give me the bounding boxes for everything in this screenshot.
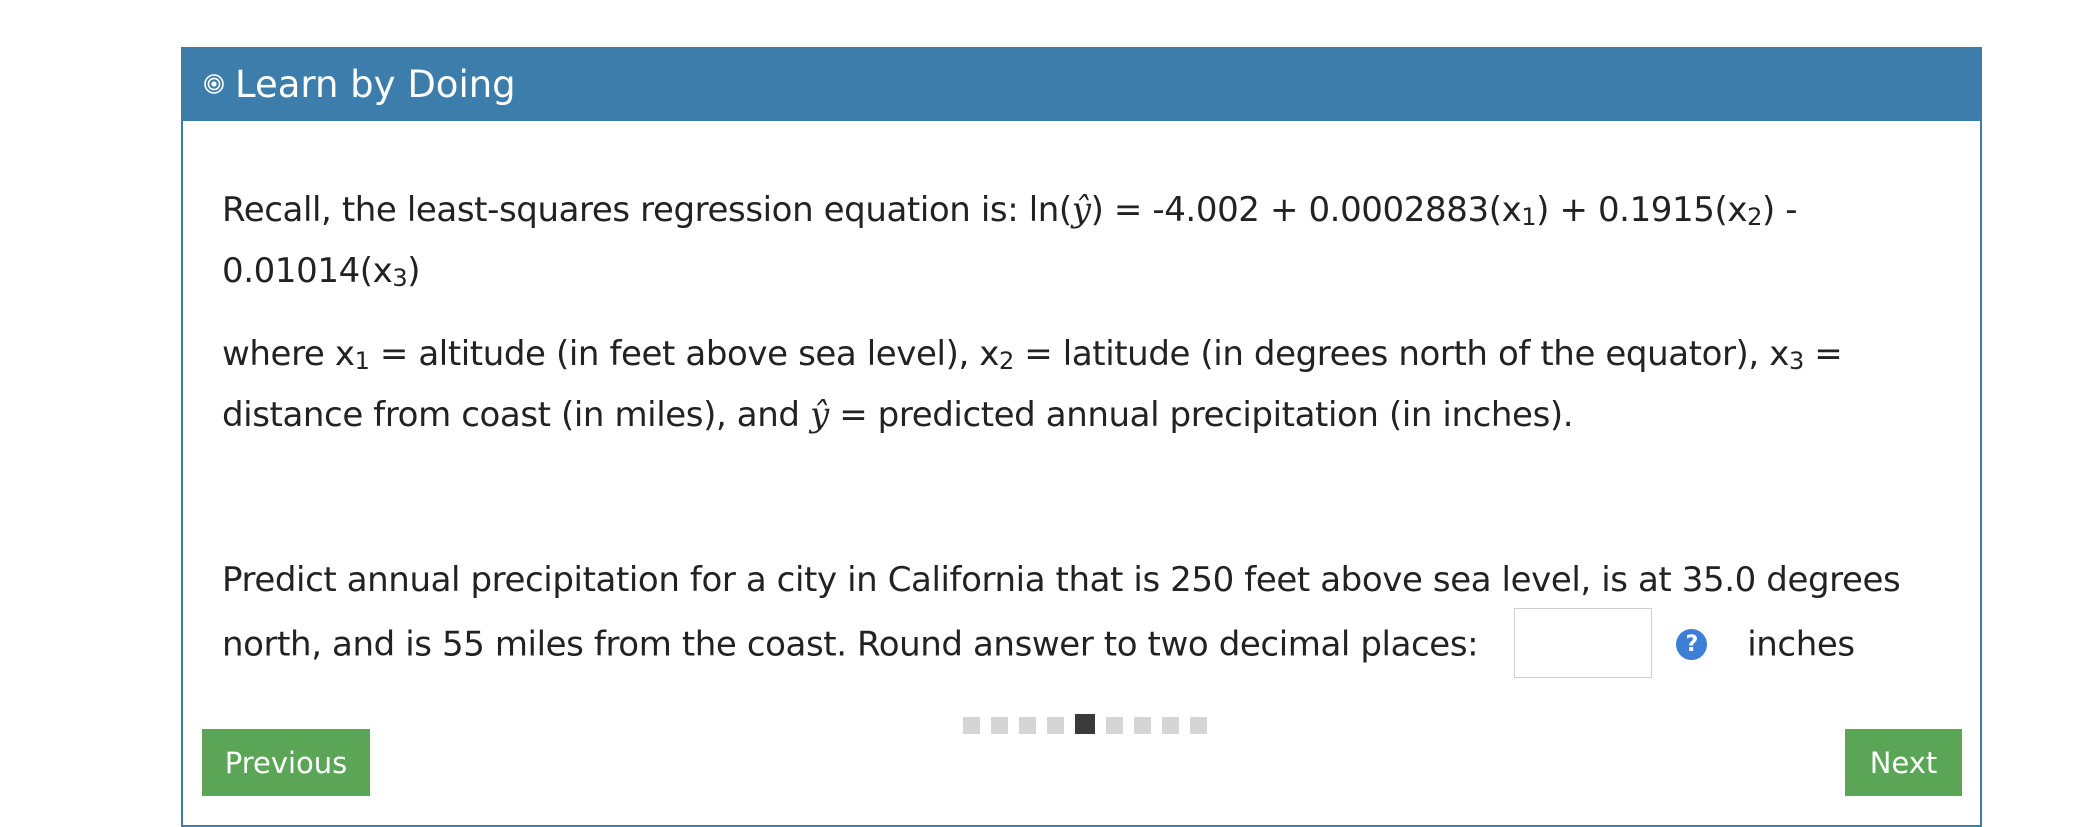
page-dot[interactable] (1047, 717, 1064, 734)
subscript-1: 1 (354, 347, 370, 375)
page-dot[interactable] (1162, 717, 1179, 734)
subscript-2: 2 (1747, 203, 1762, 231)
where-x: where x (222, 334, 355, 374)
page-dot[interactable] (1134, 717, 1151, 734)
next-button[interactable]: Next (1845, 729, 1962, 796)
prediction-definition: = predicted annual precipitation (in inc… (828, 395, 1574, 435)
equation-intro: Recall, the least-squares regression equ… (222, 190, 1029, 230)
equation-close: ) (407, 251, 421, 291)
equation-term-2: ) + 0.1915(x (1536, 190, 1748, 230)
page-dot[interactable] (963, 717, 980, 734)
y-hat-symbol: ŷ (1071, 190, 1091, 230)
ln-open: ln( (1028, 190, 1072, 230)
unit-label: inches (1747, 624, 1855, 665)
page-dot[interactable] (1190, 717, 1207, 734)
panel-header: Learn by Doing (181, 47, 1982, 121)
regression-equation-paragraph: Recall, the least-squares regression equ… (222, 180, 1942, 302)
page-dot[interactable] (1019, 717, 1036, 734)
subscript-2: 2 (999, 347, 1014, 375)
previous-button[interactable]: Previous (202, 729, 370, 796)
y-hat-symbol: ŷ (809, 395, 829, 435)
altitude-definition: = altitude (in feet above sea level), x (369, 334, 1000, 374)
variable-definitions-paragraph: where x1 = altitude (in feet above sea l… (222, 324, 1942, 446)
latitude-definition: = latitude (in degrees north of the equa… (1013, 334, 1789, 374)
subscript-3: 3 (392, 264, 408, 292)
subscript-3: 3 (1788, 347, 1804, 375)
panel-title: Learn by Doing (235, 62, 516, 106)
subscript-1: 1 (1521, 203, 1537, 231)
page-dot[interactable] (1106, 717, 1123, 734)
target-icon (204, 74, 224, 94)
page-indicator (963, 714, 1218, 734)
equation-term-1: ) = -4.002 + 0.0002883(x (1090, 190, 1522, 230)
page-dot-current[interactable] (1075, 714, 1095, 734)
answer-input[interactable] (1514, 608, 1653, 678)
page-dot[interactable] (991, 717, 1008, 734)
help-icon[interactable]: ? (1676, 628, 1708, 660)
question-paragraph: Predict annual precipitation for a city … (222, 550, 1942, 681)
panel-content: Recall, the least-squares regression equ… (222, 180, 1942, 681)
